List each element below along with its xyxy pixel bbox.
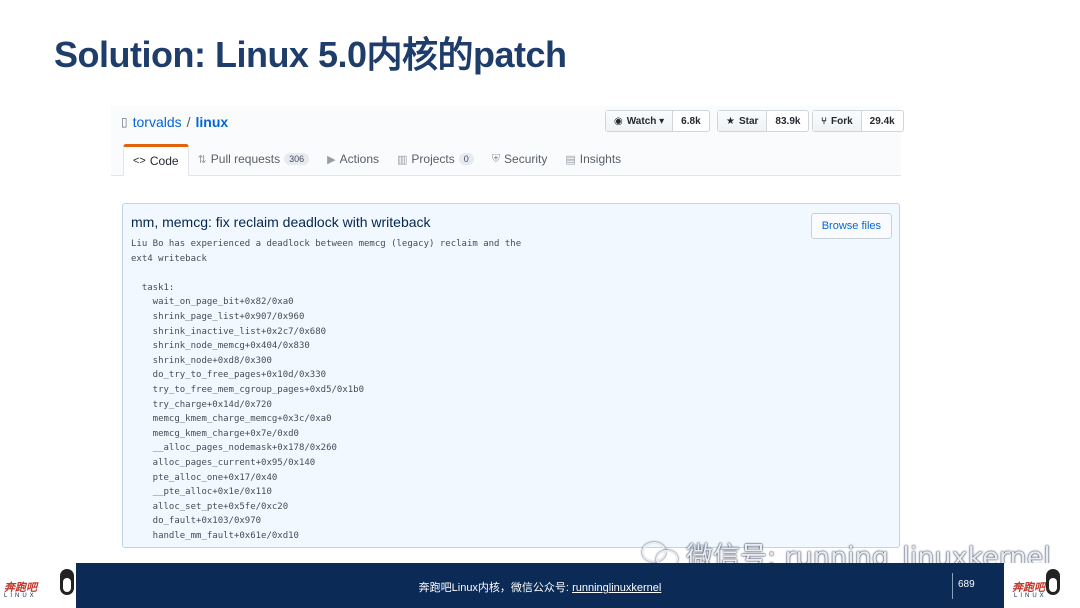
- shield-icon: ⛨: [491, 152, 501, 165]
- fork-counter: ⑂ Fork 29.4k: [812, 110, 904, 132]
- commit-message: Liu Bo has experienced a deadlock betwee…: [131, 239, 522, 541]
- footer-text: 奔跑吧Linux内核，微信公众号: runninglinuxkernel: [0, 579, 1080, 595]
- tab-actions[interactable]: ▶ Actions: [318, 143, 388, 175]
- watch-count-link[interactable]: 6.8k: [673, 111, 708, 131]
- repo-nav-tabs: <> Code ⇅ Pull requests 306 ▶ Actions ▥ …: [111, 144, 901, 176]
- graph-icon: ▤: [565, 153, 576, 166]
- footer-account-link[interactable]: runninglinuxkernel: [572, 582, 661, 594]
- code-icon: <>: [133, 155, 146, 167]
- star-button[interactable]: ★ Star: [718, 111, 768, 131]
- repo-owner-link[interactable]: torvalds: [133, 114, 182, 130]
- fork-count-link[interactable]: 29.4k: [862, 111, 903, 131]
- fork-icon: ⑂: [821, 115, 827, 127]
- play-icon: ▶: [327, 153, 336, 166]
- tab-insights[interactable]: ▤ Insights: [556, 143, 630, 175]
- repo-separator: /: [186, 114, 191, 130]
- tab-label: Security: [504, 152, 548, 166]
- repo-name-link[interactable]: linux: [196, 114, 229, 130]
- penguin-icon: [1046, 569, 1060, 595]
- repo-icon: ▯: [121, 115, 128, 129]
- slide-footer: 奔跑吧 LINUX 奔跑吧Linux内核，微信公众号: runninglinux…: [0, 563, 1080, 608]
- tab-security[interactable]: ⛨ Security: [483, 143, 557, 175]
- fork-button[interactable]: ⑂ Fork: [813, 111, 862, 131]
- github-repo-header: ▯ torvalds / linux ◉ Watch ▾ 6.8k ★ Star…: [111, 106, 904, 176]
- tab-code[interactable]: <> Code: [123, 144, 189, 176]
- browse-files-button[interactable]: Browse files: [810, 213, 892, 239]
- watch-counter: ◉ Watch ▾ 6.8k: [605, 110, 710, 132]
- watch-button[interactable]: ◉ Watch ▾: [606, 111, 674, 131]
- pull-request-icon: ⇅: [197, 153, 207, 166]
- tab-pull-requests[interactable]: ⇅ Pull requests 306: [189, 143, 319, 175]
- tab-label: Insights: [579, 152, 622, 166]
- project-icon: ▥: [397, 153, 408, 166]
- star-icon: ★: [726, 115, 735, 127]
- star-counter: ★ Star 83.9k: [717, 110, 810, 132]
- star-count-link[interactable]: 83.9k: [767, 111, 808, 131]
- logo-sub: LINUX: [1014, 593, 1047, 599]
- page-number: 689: [958, 579, 975, 590]
- tab-label: Projects: [411, 152, 455, 166]
- tab-count: 306: [284, 153, 310, 165]
- slide-title: Solution: Linux 5.0内核的patch: [54, 34, 567, 75]
- tab-label: Pull requests: [210, 152, 281, 166]
- eye-icon: ◉: [614, 115, 623, 127]
- tab-label: Code: [149, 154, 179, 168]
- repo-breadcrumb: ▯ torvalds / linux: [121, 114, 228, 130]
- star-label: Star: [738, 115, 759, 127]
- watch-label: Watch ▾: [626, 115, 665, 127]
- footer-text-prefix: 奔跑吧Linux内核，微信公众号:: [418, 582, 573, 594]
- commit-box: mm, memcg: fix reclaim deadlock with wri…: [122, 203, 900, 548]
- tab-count: 0: [458, 153, 474, 165]
- tab-label: Actions: [339, 152, 379, 166]
- commit-title: mm, memcg: fix reclaim deadlock with wri…: [131, 214, 431, 230]
- footer-logo-right: 奔跑吧 LINUX: [1004, 563, 1080, 608]
- footer-divider: [952, 573, 953, 599]
- fork-label: Fork: [831, 115, 853, 127]
- tab-projects[interactable]: ▥ Projects 0: [388, 143, 483, 175]
